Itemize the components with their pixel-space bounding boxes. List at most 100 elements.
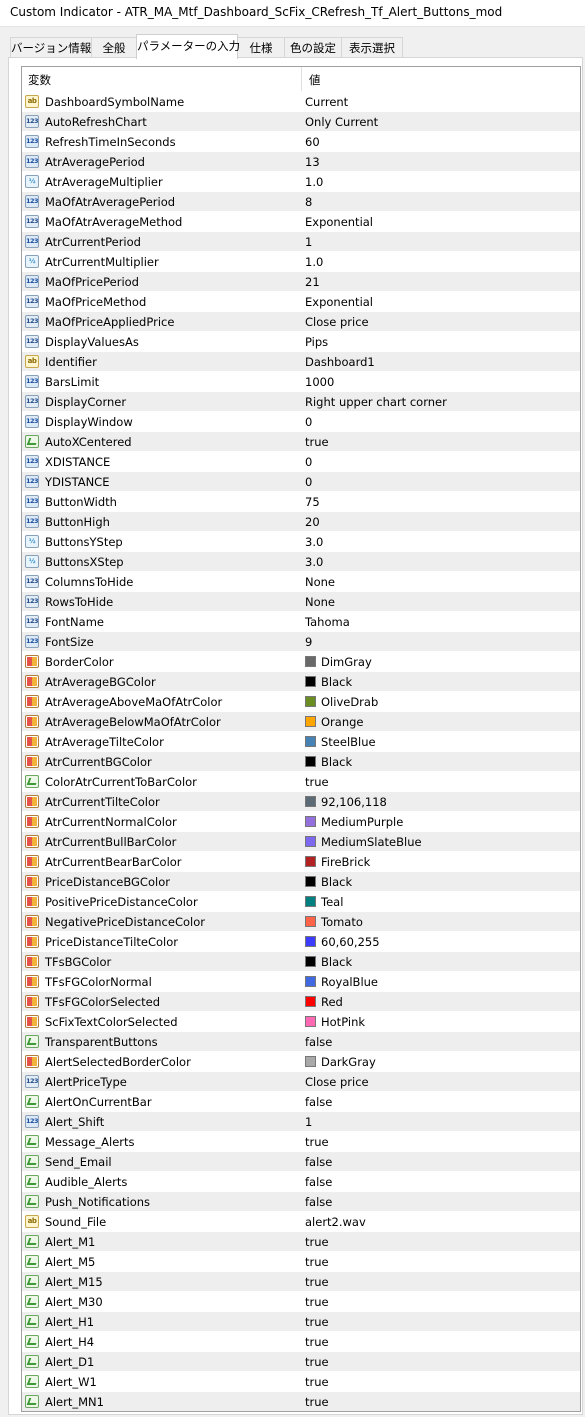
- parameter-row[interactable]: 123 MaOfPricePeriod 21: [22, 271, 580, 291]
- parameter-value[interactable]: DarkGray: [321, 1055, 376, 1069]
- parameter-value[interactable]: true: [305, 775, 329, 789]
- parameter-value[interactable]: 0: [305, 415, 312, 429]
- parameter-value[interactable]: Black: [321, 955, 352, 969]
- parameter-row[interactable]: TFsBGColor Black: [22, 951, 580, 971]
- parameter-value[interactable]: true: [305, 1355, 329, 1369]
- parameter-row[interactable]: PriceDistanceBGColor Black: [22, 871, 580, 891]
- parameter-row[interactable]: 123 BarsLimit 1000: [22, 371, 580, 391]
- parameter-value[interactable]: 60: [305, 135, 320, 149]
- tab-general[interactable]: 全般: [91, 37, 137, 58]
- parameter-value[interactable]: Teal: [321, 895, 343, 909]
- parameter-value[interactable]: SteelBlue: [321, 735, 376, 749]
- parameter-value[interactable]: false: [305, 1035, 332, 1049]
- parameter-row[interactable]: 123 DisplayValuesAs Pips: [22, 331, 580, 351]
- parameter-value[interactable]: false: [305, 1155, 332, 1169]
- parameter-row[interactable]: 123 AlertPriceType Close price: [22, 1071, 580, 1091]
- column-divider[interactable]: [301, 67, 302, 91]
- variable-column-header[interactable]: 変数: [28, 72, 51, 88]
- parameter-value[interactable]: 13: [305, 155, 320, 169]
- parameter-row[interactable]: Alert_D1 true: [22, 1351, 580, 1371]
- parameter-row[interactable]: ColorAtrCurrentToBarColor true: [22, 771, 580, 791]
- parameter-row[interactable]: 123 AutoRefreshChart Only Current: [22, 111, 580, 131]
- parameter-row[interactable]: ½ ButtonsYStep 3.0: [22, 531, 580, 551]
- parameter-row[interactable]: Alert_H4 true: [22, 1331, 580, 1351]
- parameter-value[interactable]: Pips: [305, 335, 328, 349]
- parameter-row[interactable]: PriceDistanceTilteColor 60,60,255: [22, 931, 580, 951]
- parameter-row[interactable]: AtrCurrentBGColor Black: [22, 751, 580, 771]
- parameter-row[interactable]: 123 RowsToHide None: [22, 591, 580, 611]
- parameter-row[interactable]: BorderColor DimGray: [22, 651, 580, 671]
- parameter-value[interactable]: Dashboard1: [305, 355, 375, 369]
- parameter-row[interactable]: ScFixTextColorSelected HotPink: [22, 1011, 580, 1031]
- parameter-row[interactable]: Message_Alerts true: [22, 1131, 580, 1151]
- parameter-row[interactable]: AtrCurrentNormalColor MediumPurple: [22, 811, 580, 831]
- parameter-value[interactable]: alert2.wav: [305, 1215, 366, 1229]
- parameter-value[interactable]: true: [305, 1255, 329, 1269]
- parameter-value[interactable]: OliveDrab: [321, 695, 378, 709]
- parameter-value[interactable]: 3.0: [305, 555, 323, 569]
- parameter-value[interactable]: DimGray: [321, 655, 372, 669]
- parameter-row[interactable]: ab DashboardSymbolName Current: [22, 91, 580, 111]
- parameter-row[interactable]: AtrAverageAboveMaOfAtrColor OliveDrab: [22, 691, 580, 711]
- parameter-value[interactable]: 1: [305, 235, 312, 249]
- parameter-value[interactable]: false: [305, 1095, 332, 1109]
- parameter-row[interactable]: ½ ButtonsXStep 3.0: [22, 551, 580, 571]
- parameter-row[interactable]: TFsFGColorNormal RoyalBlue: [22, 971, 580, 991]
- parameter-value[interactable]: true: [305, 1295, 329, 1309]
- parameter-value[interactable]: true: [305, 1395, 329, 1409]
- parameter-row[interactable]: 123 ColumnsToHide None: [22, 571, 580, 591]
- parameter-row[interactable]: AlertSelectedBorderColor DarkGray: [22, 1051, 580, 1071]
- parameter-value[interactable]: true: [305, 435, 329, 449]
- parameter-row[interactable]: 123 AtrAveragePeriod 13: [22, 151, 580, 171]
- parameter-row[interactable]: NegativePriceDistanceColor Tomato: [22, 911, 580, 931]
- parameter-row[interactable]: 123 MaOfPriceMethod Exponential: [22, 291, 580, 311]
- parameter-value[interactable]: Tomato: [321, 915, 363, 929]
- tab-input-parameters[interactable]: パラメーターの入力: [136, 34, 240, 59]
- parameter-row[interactable]: 123 DisplayCorner Right upper chart corner: [22, 391, 580, 411]
- parameter-value[interactable]: MediumSlateBlue: [321, 835, 422, 849]
- parameter-row[interactable]: AtrAverageBelowMaOfAtrColor Orange: [22, 711, 580, 731]
- parameter-row[interactable]: 123 XDISTANCE 0: [22, 451, 580, 471]
- parameter-value[interactable]: None: [305, 575, 335, 589]
- parameter-row[interactable]: 123 ButtonWidth 75: [22, 491, 580, 511]
- parameter-value[interactable]: true: [305, 1235, 329, 1249]
- parameter-value[interactable]: true: [305, 1135, 329, 1149]
- parameter-row[interactable]: 123 Alert_Shift 1: [22, 1111, 580, 1131]
- parameter-value[interactable]: Tahoma: [305, 615, 350, 629]
- parameter-value[interactable]: Close price: [305, 1075, 369, 1089]
- parameter-value[interactable]: 1.0: [305, 255, 323, 269]
- parameter-row[interactable]: Alert_W1 true: [22, 1371, 580, 1391]
- parameter-row[interactable]: Alert_M1 true: [22, 1231, 580, 1251]
- parameter-value[interactable]: 92,106,118: [321, 795, 387, 809]
- parameter-value[interactable]: Close price: [305, 315, 369, 329]
- parameter-row[interactable]: Send_Email false: [22, 1151, 580, 1171]
- parameter-row[interactable]: AtrCurrentBearBarColor FireBrick: [22, 851, 580, 871]
- parameter-value[interactable]: true: [305, 1275, 329, 1289]
- parameter-value[interactable]: Black: [321, 675, 352, 689]
- tab-version-info[interactable]: バージョン情報: [10, 37, 92, 58]
- parameter-value[interactable]: Exponential: [305, 215, 373, 229]
- parameter-value[interactable]: MediumPurple: [321, 815, 403, 829]
- parameter-row[interactable]: ½ AtrCurrentMultiplier 1.0: [22, 251, 580, 271]
- tab-display-selection[interactable]: 表示選択: [341, 37, 403, 58]
- parameter-row[interactable]: Alert_M5 true: [22, 1251, 580, 1271]
- parameter-value[interactable]: true: [305, 1375, 329, 1389]
- parameter-value[interactable]: false: [305, 1175, 332, 1189]
- parameter-value[interactable]: 1: [305, 1115, 312, 1129]
- parameter-value[interactable]: Only Current: [305, 115, 378, 129]
- parameter-row[interactable]: AtrAverageBGColor Black: [22, 671, 580, 691]
- parameter-row[interactable]: Alert_M30 true: [22, 1291, 580, 1311]
- parameter-row[interactable]: Alert_MN1 true: [22, 1391, 580, 1411]
- parameter-value[interactable]: Right upper chart corner: [305, 395, 447, 409]
- parameter-row[interactable]: ab Identifier Dashboard1: [22, 351, 580, 371]
- parameter-value[interactable]: FireBrick: [321, 855, 370, 869]
- parameter-row[interactable]: 123 MaOfAtrAveragePeriod 8: [22, 191, 580, 211]
- parameter-value[interactable]: 3.0: [305, 535, 323, 549]
- parameter-row[interactable]: Alert_H1 true: [22, 1311, 580, 1331]
- parameter-value[interactable]: RoyalBlue: [321, 975, 378, 989]
- parameter-row[interactable]: AtrAverageTilteColor SteelBlue: [22, 731, 580, 751]
- parameter-row[interactable]: Alert_M15 true: [22, 1271, 580, 1291]
- parameter-value[interactable]: 75: [305, 495, 320, 509]
- parameter-row[interactable]: 123 MaOfPriceAppliedPrice Close price: [22, 311, 580, 331]
- parameter-row[interactable]: 123 FontSize 9: [22, 631, 580, 651]
